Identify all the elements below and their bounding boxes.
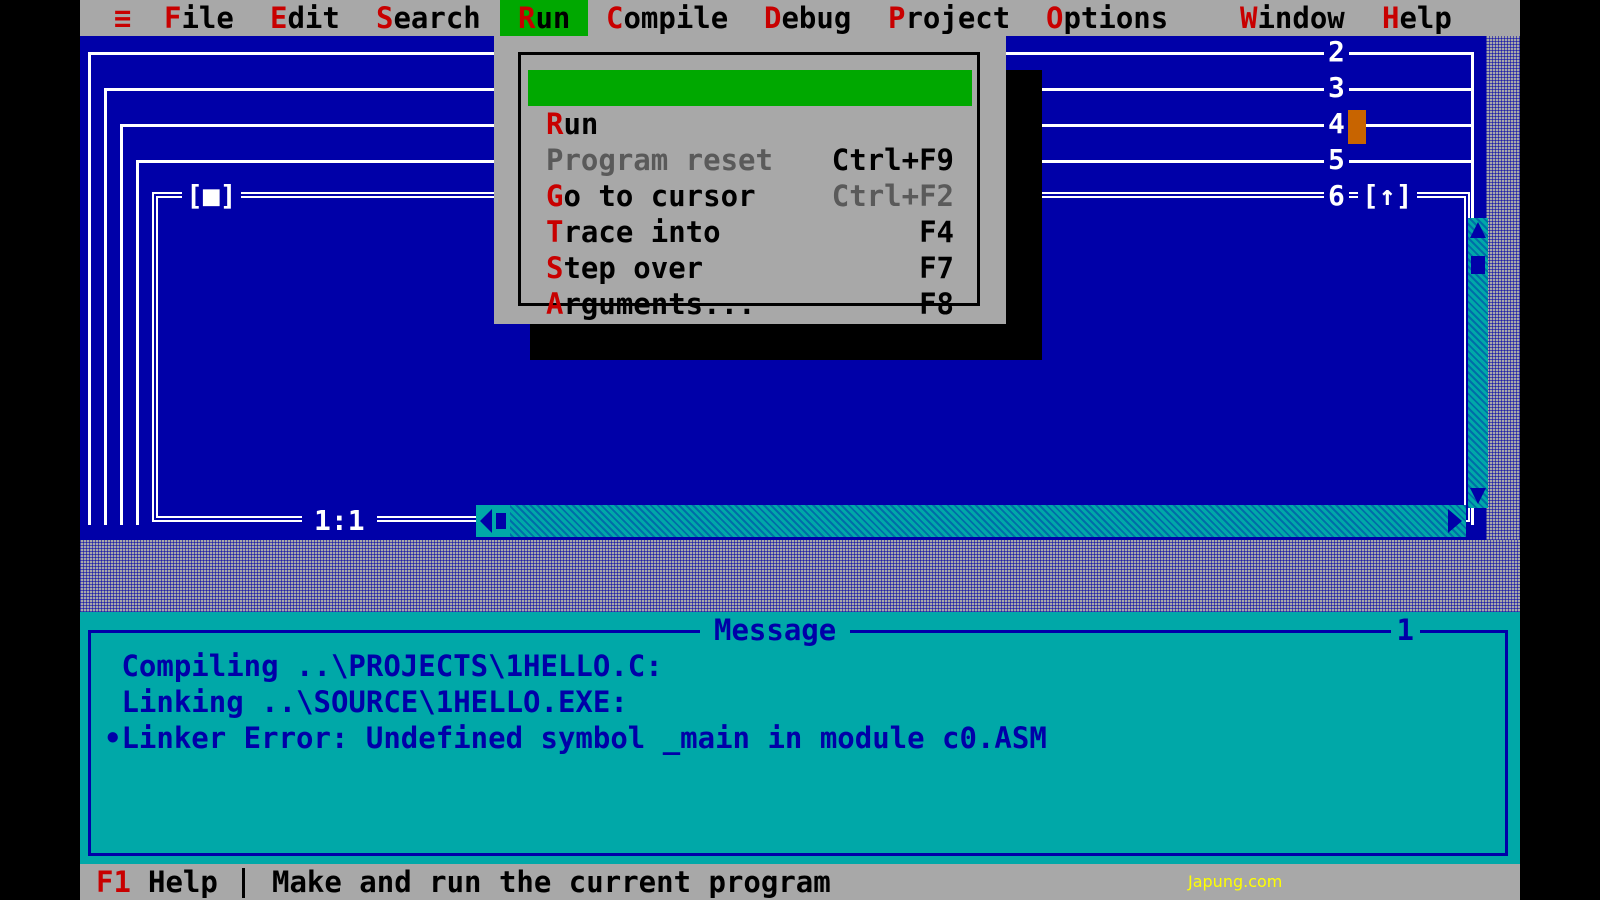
message-line[interactable]: Compiling ..\PROJECTS\1HELLO.C:: [104, 648, 662, 684]
cursor-position-indicator: 1:1: [302, 505, 377, 537]
horizontal-scrollbar[interactable]: [476, 505, 1466, 537]
menu-window[interactable]: Window: [1222, 0, 1363, 36]
menuitem-arguments[interactable]: Arguments...: [528, 250, 972, 321]
message-window[interactable]: Message 1 Compiling ..\PROJECTS\1HELLO.C…: [80, 612, 1520, 864]
menu-project[interactable]: Project: [870, 0, 1028, 36]
menu-compile[interactable]: Compile: [588, 0, 746, 36]
scroll-down-icon[interactable]: [1468, 484, 1488, 508]
watermark: Japung.com: [1188, 872, 1283, 891]
menuitem-step-over[interactable]: Step over F8: [528, 214, 972, 321]
close-box-icon: [■]: [186, 179, 237, 212]
menu-options[interactable]: Options: [1028, 0, 1186, 36]
window-number-6[interactable]: 6: [1324, 180, 1349, 212]
status-help-key[interactable]: F1: [96, 864, 131, 900]
scroll-thumb[interactable]: [1471, 256, 1485, 274]
window-number-3[interactable]: 3: [1324, 72, 1349, 104]
window-number-5[interactable]: 5: [1324, 144, 1349, 176]
menu-run[interactable]: Run: [500, 0, 589, 36]
scroll-left-icon[interactable]: [476, 505, 510, 537]
menu-help[interactable]: Help: [1364, 0, 1470, 36]
status-help-label[interactable]: Help: [148, 864, 218, 900]
vertical-scrollbar[interactable]: [1468, 218, 1488, 508]
window-number-2[interactable]: 2: [1324, 36, 1349, 68]
close-window-button[interactable]: [■]: [182, 180, 241, 212]
system-menu-icon[interactable]: ≡: [96, 0, 149, 36]
zoom-arrow-icon: [↑]: [1362, 179, 1413, 212]
desktop-background: [1486, 36, 1520, 612]
menu-file[interactable]: File: [146, 0, 252, 36]
menuitem-run[interactable]: Run Ctrl+F9: [528, 70, 972, 177]
turbo-c-screen: ≡ File Edit Search Run Compile Debug Pro…: [80, 0, 1520, 900]
status-divider: [242, 868, 245, 898]
desktop-background: [80, 540, 1520, 612]
zoom-window-button[interactable]: [↑]: [1358, 180, 1417, 212]
text-cursor-block: [1348, 110, 1366, 144]
message-line-error[interactable]: •Linker Error: Undefined symbol _main in…: [104, 720, 1047, 756]
status-hint: Make and run the current program: [272, 865, 831, 899]
message-window-title: Message: [700, 612, 851, 648]
scroll-right-icon[interactable]: [1444, 505, 1466, 537]
menu-bar: ≡ File Edit Search Run Compile Debug Pro…: [80, 0, 1520, 36]
window-number-4[interactable]: 4: [1324, 108, 1349, 140]
status-bar: F1 Help Make and run the current program: [80, 864, 1520, 900]
menu-edit[interactable]: Edit: [252, 0, 358, 36]
menu-search[interactable]: Search: [358, 0, 499, 36]
message-window-number[interactable]: 1: [1390, 612, 1420, 648]
menuitem-trace-into[interactable]: Trace into F7: [528, 178, 972, 285]
menuitem-program-reset[interactable]: Program reset Ctrl+F2: [528, 106, 972, 213]
menuitem-go-to-cursor[interactable]: Go to cursor F4: [528, 142, 972, 249]
message-line[interactable]: Linking ..\SOURCE\1HELLO.EXE:: [104, 684, 627, 720]
scroll-up-icon[interactable]: [1468, 218, 1488, 242]
run-dropdown-menu: Run Ctrl+F9 Program reset Ctrl+F2 Go to …: [494, 36, 1006, 324]
menu-debug[interactable]: Debug: [746, 0, 869, 36]
